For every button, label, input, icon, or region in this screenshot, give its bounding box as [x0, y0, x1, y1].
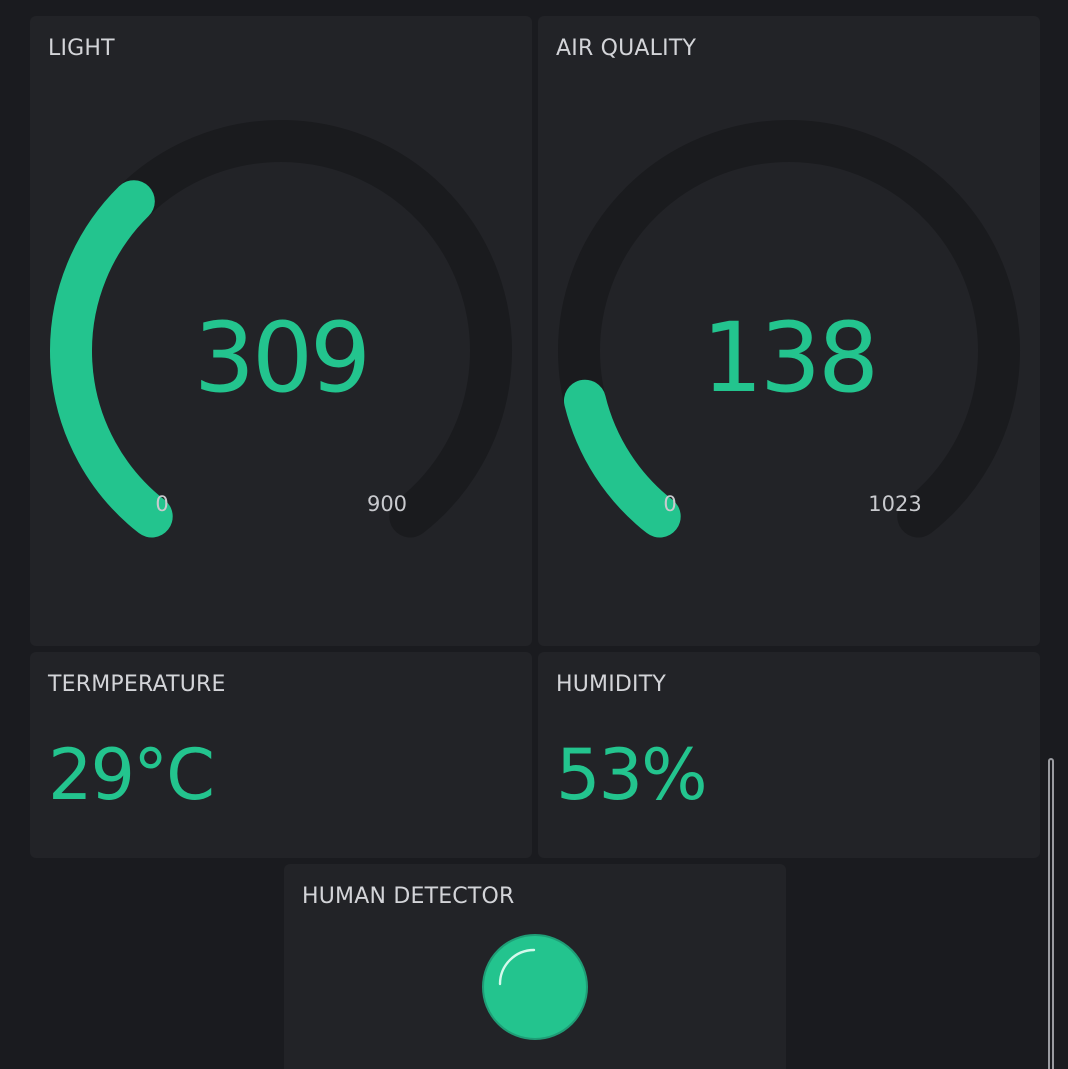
temperature-widget[interactable]: TERMPERATURE 29°C [30, 652, 532, 858]
light-gauge-min-label: 0 [155, 492, 168, 516]
vertical-scrollbar[interactable] [1045, 758, 1057, 1069]
air-quality-gauge-value: 138 [702, 302, 876, 414]
air-quality-gauge-max-label: 1023 [868, 492, 921, 516]
light-gauge-fill [50, 180, 173, 538]
dashboard-screen: LIGHT 309 0 900 AIR QUALITY 138 0 1023 T… [0, 0, 1068, 1069]
air-quality-gauge-min-label: 0 [663, 492, 676, 516]
humidity-value: 53% [556, 734, 708, 816]
light-gauge-value: 309 [194, 302, 368, 414]
light-gauge-widget[interactable]: LIGHT 309 0 900 [30, 16, 532, 646]
led-highlight-icon [498, 948, 536, 986]
scrollbar-thumb[interactable] [1048, 758, 1054, 1069]
human-detector-title: HUMAN DETECTOR [302, 884, 515, 909]
air-quality-gauge-fill [563, 379, 681, 538]
temperature-value: 29°C [48, 734, 215, 816]
humidity-title: HUMIDITY [556, 672, 667, 697]
temperature-title: TERMPERATURE [48, 672, 226, 697]
light-gauge-max-label: 900 [367, 492, 407, 516]
human-detector-widget[interactable]: HUMAN DETECTOR [284, 864, 786, 1069]
air-quality-gauge: 138 0 1023 [558, 120, 1020, 538]
humidity-widget[interactable]: HUMIDITY 53% [538, 652, 1040, 858]
light-gauge: 309 0 900 [50, 120, 512, 538]
human-detector-led [482, 934, 588, 1040]
air-quality-gauge-widget[interactable]: AIR QUALITY 138 0 1023 [538, 16, 1040, 646]
